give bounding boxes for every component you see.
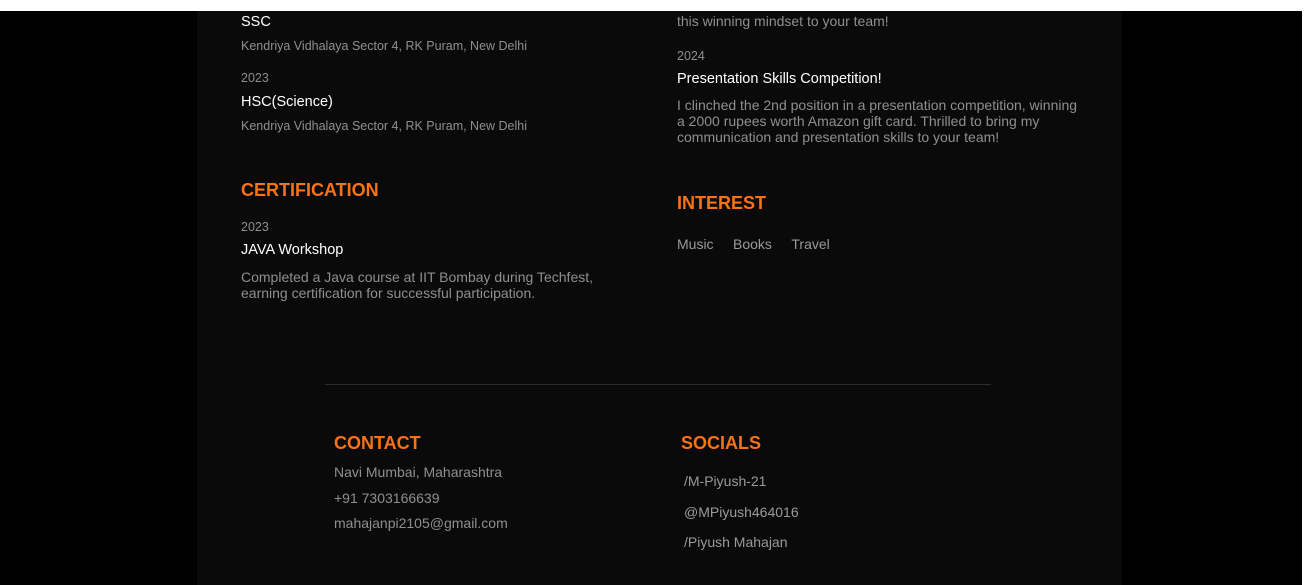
ssc-title: SSC [241, 14, 271, 30]
achievement-partial-desc: this winning mindset to your team! [677, 13, 889, 29]
footer-divider [325, 384, 991, 385]
social-link-twitter[interactable]: @MPiyush464016 [684, 504, 799, 520]
browser-viewport: SSC Kendriya Vidhalaya Sector 4, RK Pura… [0, 11, 1302, 585]
social-link-linkedin[interactable]: /Piyush Mahajan [684, 534, 788, 550]
hsc-school: Kendriya Vidhalaya Sector 4, RK Puram, N… [241, 119, 528, 133]
certification-desc: Completed a Java course at IIT Bombay du… [241, 269, 594, 301]
interest-heading: INTEREST [677, 193, 767, 213]
achievement-year: 2024 [677, 49, 705, 63]
resume-page: SSC Kendriya Vidhalaya Sector 4, RK Pura… [197, 11, 1122, 585]
contact-phone[interactable]: +91 7303166639 [334, 490, 440, 506]
achievement-title: Presentation Skills Competition! [677, 71, 882, 87]
social-link-github[interactable]: /M-Piyush-21 [684, 473, 766, 489]
interest-tag: Travel [791, 236, 830, 252]
certification-year: 2023 [241, 220, 269, 234]
interest-tag: Books [733, 236, 772, 252]
achievement-desc: I clinched the 2nd position in a present… [677, 97, 1078, 145]
interest-tag: Music [677, 236, 714, 252]
interest-tags: Music Books Travel [677, 236, 845, 254]
contact-location: Navi Mumbai, Maharashtra [334, 464, 503, 480]
contact-heading: CONTACT [334, 433, 421, 453]
socials-heading: SOCIALS [681, 433, 762, 453]
hsc-year: 2023 [241, 71, 269, 85]
contact-email[interactable]: mahajanpi2105@gmail.com [334, 515, 508, 531]
certification-title: JAVA Workshop [241, 242, 344, 258]
certification-heading: CERTIFICATION [241, 180, 379, 200]
ssc-school: Kendriya Vidhalaya Sector 4, RK Puram, N… [241, 39, 528, 53]
hsc-title: HSC(Science) [241, 94, 333, 110]
